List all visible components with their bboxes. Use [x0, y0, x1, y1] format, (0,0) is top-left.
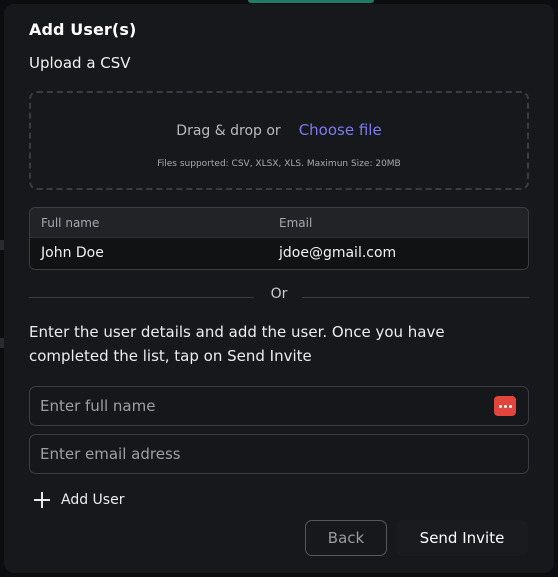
- cell-full-name: John Doe: [41, 245, 104, 261]
- table-header: Full name Email: [30, 208, 528, 238]
- dropzone-text: Drag & drop or: [176, 123, 281, 139]
- password-dots-icon[interactable]: [494, 396, 516, 416]
- email-field[interactable]: [29, 434, 529, 474]
- plus-icon: [34, 492, 50, 508]
- background-tab-indicator: [248, 0, 374, 3]
- email-input[interactable]: [30, 435, 528, 473]
- dropzone-prompt: Drag & drop or Choose file: [31, 121, 527, 139]
- column-header-email: Email: [279, 216, 313, 230]
- add-user-button[interactable]: Add User: [34, 488, 124, 512]
- send-invite-button[interactable]: Send Invite: [396, 520, 528, 556]
- cell-email: jdoe@gmail.com: [279, 245, 397, 261]
- modal-title: Add User(s): [29, 20, 137, 39]
- back-button[interactable]: Back: [305, 520, 387, 556]
- divider-right: [302, 297, 529, 298]
- file-dropzone[interactable]: Drag & drop or Choose file Files supporte…: [29, 91, 529, 190]
- users-table: Full name Email John Doe jdoe@gmail.com: [29, 207, 529, 270]
- divider-or-label: Or: [270, 286, 288, 302]
- instructions-text: Enter the user details and add the user.…: [29, 323, 445, 365]
- column-header-full-name: Full name: [41, 216, 100, 230]
- full-name-field[interactable]: [29, 386, 529, 426]
- full-name-input[interactable]: [30, 387, 528, 425]
- supported-files-note: Files supported: CSV, XLSX, XLS. Maximun…: [157, 159, 401, 169]
- upload-csv-heading: Upload a CSV: [29, 54, 131, 72]
- choose-file-link[interactable]: Choose file: [299, 121, 382, 139]
- table-row: John Doe jdoe@gmail.com: [30, 238, 528, 269]
- add-user-label: Add User: [61, 492, 125, 508]
- divider-left: [29, 297, 254, 298]
- add-users-modal: Add User(s) Upload a CSV Drag & drop or C…: [4, 4, 554, 573]
